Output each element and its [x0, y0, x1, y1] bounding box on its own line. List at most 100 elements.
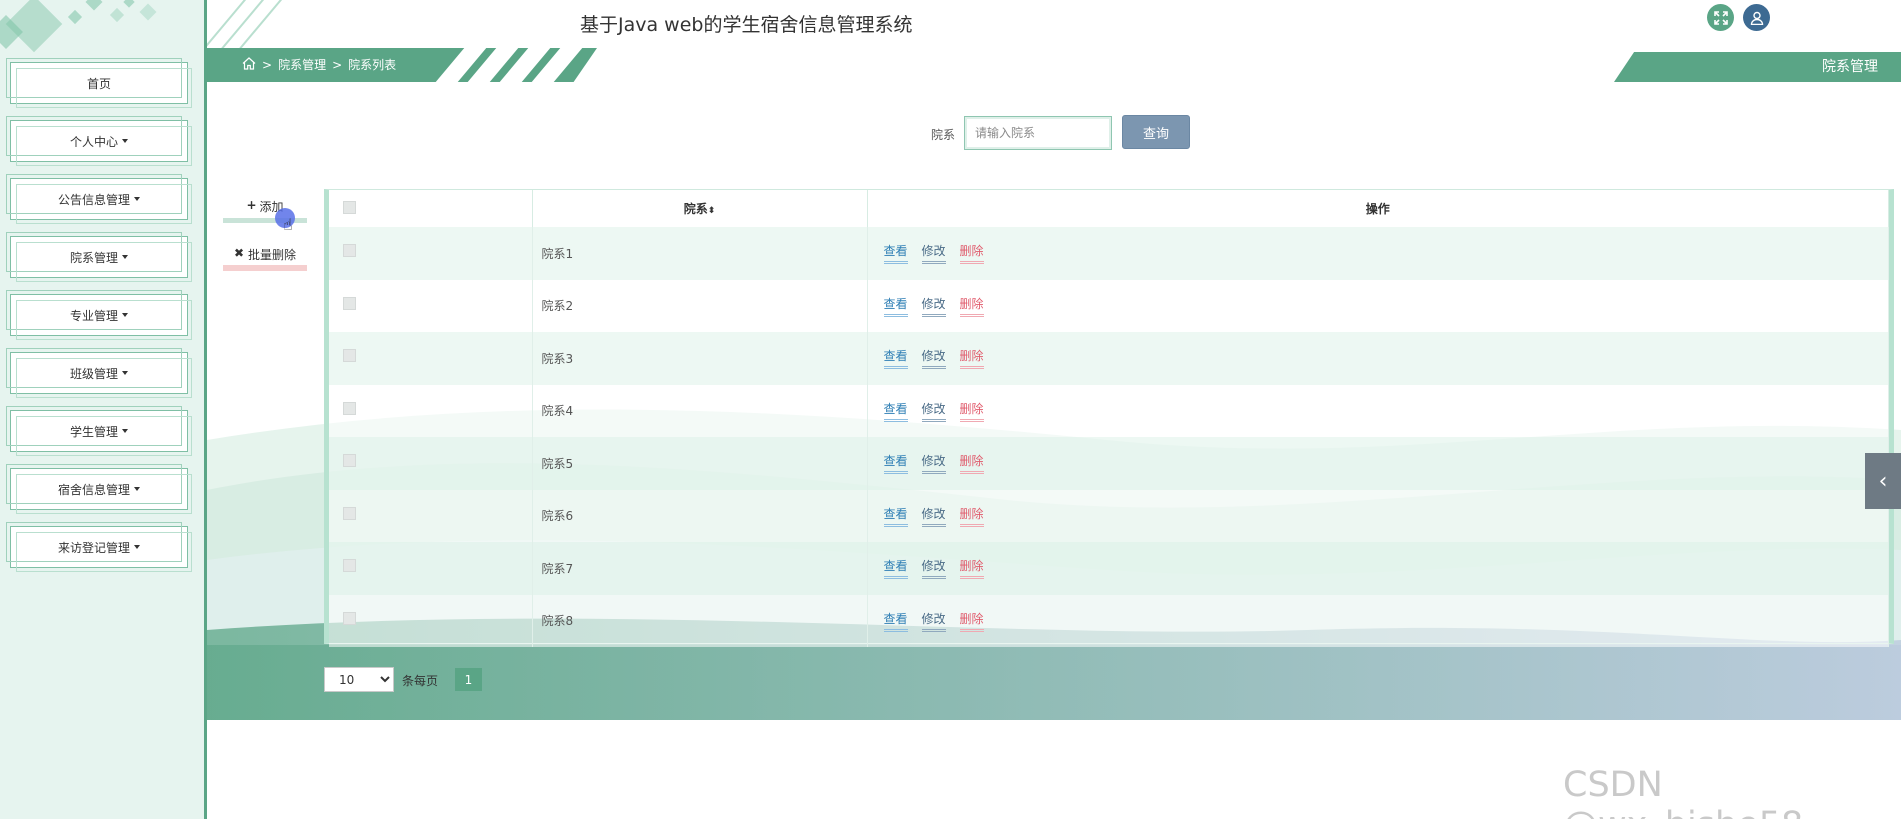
column-header-department[interactable]: 院系⬍ — [532, 190, 868, 227]
row-checkbox[interactable] — [343, 296, 356, 310]
delete-link[interactable]: 删除 — [959, 557, 984, 580]
page-number-current[interactable]: 1 — [455, 668, 482, 691]
sidebar-item[interactable]: 个人中心 — [6, 116, 192, 166]
department-cell: 院系3 — [532, 332, 868, 385]
caret-down-icon — [134, 487, 140, 491]
delete-link[interactable]: 删除 — [959, 347, 984, 370]
fullscreen-icon[interactable] — [1707, 4, 1734, 31]
row-checkbox[interactable] — [343, 454, 356, 467]
edit-link[interactable]: 修改 — [921, 295, 946, 317]
breadcrumb: > 院系管理 > 院系列表 — [242, 56, 396, 73]
sidebar-item[interactable]: 学生管理 — [6, 406, 192, 456]
chevron-left-icon[interactable]: ‹ — [1865, 453, 1901, 509]
row-select-cell — [329, 542, 533, 595]
row-select-cell — [329, 437, 533, 490]
column-header-actions: 操作 — [867, 190, 1889, 227]
search-label: 院系 — [931, 128, 956, 142]
actions-cell: 查看 修改 删除 — [867, 542, 1889, 595]
sidebar: 首页个人中心公告信息管理 院系管理专业管理班级管理学生管理宿舍信息管理 来访登记管理 — [0, 0, 207, 819]
department-cell: 院系6 — [532, 489, 868, 542]
pointer-icon: ☝ — [283, 215, 293, 234]
sidebar-item[interactable]: 院系管理 — [6, 232, 192, 282]
caret-down-icon — [122, 429, 128, 433]
department-cell: 院系1 — [532, 227, 868, 280]
row-checkbox[interactable] — [343, 559, 356, 572]
edit-link[interactable]: 修改 — [921, 610, 946, 632]
table-row: 院系7 查看 修改 删除 — [329, 542, 1889, 595]
user-icon[interactable] — [1743, 4, 1770, 31]
row-checkbox[interactable] — [343, 611, 356, 625]
view-link[interactable]: 查看 — [883, 295, 908, 317]
sidebar-item-label: 来访登记管理 — [57, 540, 130, 555]
breadcrumb-level1[interactable]: 院系管理 — [278, 56, 326, 73]
row-checkbox[interactable] — [343, 506, 356, 520]
caret-down-icon — [122, 313, 128, 317]
plus-icon: + — [246, 198, 257, 212]
sidebar-item[interactable]: 公告信息管理 — [6, 174, 192, 224]
breadcrumb-level2[interactable]: 院系列表 — [348, 56, 396, 73]
actions-cell: 查看 修改 删除 — [867, 384, 1889, 437]
department-cell: 院系4 — [532, 384, 868, 437]
sidebar-item-label: 院系管理 — [69, 250, 118, 265]
data-table: 院系⬍ 操作 院系1 查看 修改 删除 院系2 查看 修改 删除 院系3 查看 修改 删除 院系4 查看修… — [324, 189, 1894, 647]
row-select-cell — [329, 384, 533, 437]
sidebar-item[interactable]: 来访登记管理 — [6, 522, 192, 572]
edit-link[interactable]: 修改 — [921, 242, 946, 265]
edit-link[interactable]: 修改 — [921, 557, 946, 580]
page-size-select[interactable]: 10 — [324, 667, 394, 692]
edit-link[interactable]: 修改 — [921, 400, 946, 422]
edit-link[interactable]: 修改 — [921, 505, 946, 527]
row-checkbox[interactable] — [343, 349, 356, 362]
sidebar-menu: 首页个人中心公告信息管理 院系管理专业管理班级管理学生管理宿舍信息管理 来访登记管理 — [6, 58, 192, 584]
view-link[interactable]: 查看 — [883, 242, 908, 265]
row-checkbox[interactable] — [343, 244, 356, 257]
actions-cell: 查看 修改 删除 — [867, 332, 1889, 385]
view-link[interactable]: 查看 — [883, 347, 908, 370]
view-link[interactable]: 查看 — [883, 557, 908, 580]
row-checkbox[interactable] — [343, 401, 356, 415]
delete-link[interactable]: 删除 — [959, 295, 984, 317]
sidebar-item[interactable]: 班级管理 — [6, 348, 192, 398]
breadcrumb-separator: > — [332, 57, 343, 72]
column-header-label: 院系 — [683, 202, 708, 216]
sidebar-item[interactable]: 首页 — [6, 58, 192, 108]
home-icon[interactable] — [242, 56, 256, 73]
view-link[interactable]: 查看 — [883, 400, 908, 422]
row-select-cell — [329, 594, 533, 647]
per-page-label: 条每页 — [402, 674, 439, 688]
sidebar-item-label: 学生管理 — [69, 424, 118, 439]
table-row: 院系4 查看 修改 删除 — [329, 384, 1889, 437]
row-select-cell — [329, 489, 533, 542]
edit-link[interactable]: 修改 — [921, 452, 946, 475]
delete-link[interactable]: 删除 — [959, 610, 984, 632]
delete-link[interactable]: 删除 — [959, 400, 984, 422]
header-decoration — [207, 0, 297, 48]
view-link[interactable]: 查看 — [883, 610, 908, 632]
delete-link[interactable]: 删除 — [959, 505, 984, 527]
page-tab: 院系管理 — [1822, 59, 1878, 75]
actions-cell: 查看 修改 删除 — [867, 594, 1889, 647]
view-link[interactable]: 查看 — [883, 505, 908, 527]
batch-delete-label: 批量删除 — [248, 248, 297, 262]
search-input[interactable] — [964, 116, 1112, 150]
batch-delete-button[interactable]: ✖ 批量删除 — [223, 246, 307, 271]
sidebar-item[interactable]: 专业管理 — [6, 290, 192, 340]
sidebar-item-label: 班级管理 — [69, 366, 118, 381]
caret-down-icon — [122, 371, 128, 375]
department-cell: 院系5 — [532, 437, 868, 490]
sidebar-item-label: 宿舍信息管理 — [57, 482, 130, 497]
search-button[interactable]: 查询 — [1122, 115, 1190, 149]
row-select-cell — [329, 279, 533, 332]
row-select-cell — [329, 332, 533, 385]
delete-link[interactable]: 删除 — [959, 242, 984, 265]
sidebar-item-label: 公告信息管理 — [57, 192, 130, 207]
caret-down-icon — [122, 255, 128, 259]
delete-link[interactable]: 删除 — [959, 452, 984, 475]
department-cell: 院系8 — [532, 594, 868, 647]
view-link[interactable]: 查看 — [883, 452, 908, 475]
edit-link[interactable]: 修改 — [921, 347, 946, 370]
sort-icon[interactable]: ⬍ — [708, 206, 716, 216]
sidebar-item[interactable]: 宿舍信息管理 — [6, 464, 192, 514]
select-all-checkbox[interactable] — [343, 200, 356, 214]
table-row: 院系1 查看 修改 删除 — [329, 227, 1889, 280]
